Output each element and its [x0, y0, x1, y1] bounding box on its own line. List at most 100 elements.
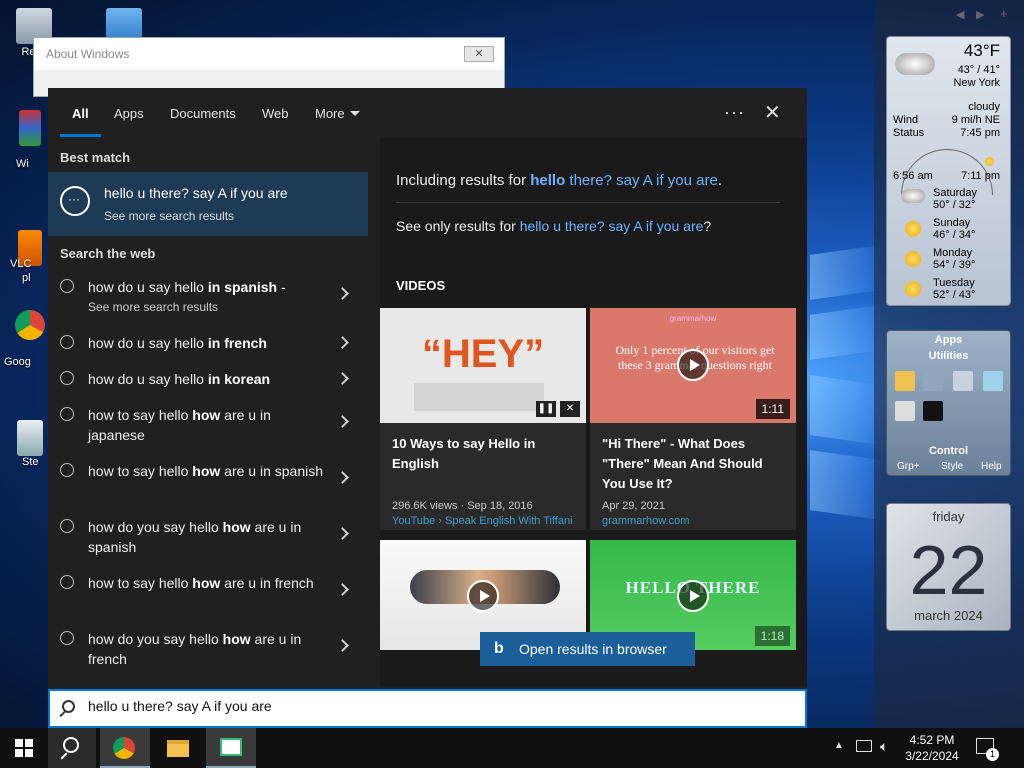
- chat-bubble-icon: [60, 186, 90, 216]
- web-suggestion[interactable]: how do you say hello how are u in spanis…: [48, 517, 368, 561]
- apps-link-style[interactable]: Style: [941, 461, 963, 472]
- tab-apps[interactable]: Apps: [114, 106, 144, 121]
- forecast-temps: 52° / 43°: [933, 289, 976, 301]
- search-input[interactable]: [88, 698, 688, 714]
- chevron-right-icon[interactable]: [336, 527, 349, 540]
- weather-gadget[interactable]: 43°F 43° / 41° New York cloudy Wind 9 mi…: [886, 36, 1011, 306]
- tab-all[interactable]: All: [72, 106, 89, 121]
- tab-more[interactable]: More: [315, 106, 360, 121]
- search-taskbar-button[interactable]: [48, 728, 96, 768]
- video-title: "Hi There" - What Does "There" Mean And …: [602, 436, 763, 491]
- open-in-browser-button[interactable]: b Open results in browser: [480, 632, 695, 666]
- apps-gadget-title: Apps: [934, 334, 963, 346]
- web-suggestion[interactable]: how to say hello how are u in spanish: [48, 461, 368, 505]
- chevron-right-icon[interactable]: [336, 287, 349, 300]
- clock-date: 3/22/2024: [905, 749, 959, 763]
- sidebar-prev-icon[interactable]: ◀: [956, 8, 964, 21]
- taskbar-about-window[interactable]: [206, 728, 256, 768]
- bing-icon: b: [494, 640, 504, 657]
- taskbar-file-explorer[interactable]: [154, 728, 202, 768]
- thumbnail-caption-block: [414, 383, 544, 411]
- web-suggestion[interactable]: how do u say hello in korean: [48, 369, 368, 393]
- suggestion-text: how to say hello how are u in french: [88, 575, 314, 591]
- search-web-icon: [60, 519, 74, 533]
- start-button[interactable]: [0, 728, 48, 768]
- about-window-title: About Windows: [34, 38, 504, 70]
- search-box[interactable]: [48, 689, 807, 728]
- thumbnail-text: “HEY”: [421, 332, 545, 376]
- play-icon[interactable]: [467, 580, 499, 612]
- more-options-icon[interactable]: ···: [724, 102, 745, 123]
- divider: [396, 202, 780, 203]
- best-match-item[interactable]: hello u there? say A if you are See more…: [48, 172, 368, 236]
- web-suggestion[interactable]: how to say hello how are u in japanese: [48, 405, 368, 449]
- notification-count-badge: 1: [986, 748, 999, 761]
- chevron-right-icon[interactable]: [336, 415, 349, 428]
- search-web-icon: [60, 335, 74, 349]
- device-icon[interactable]: [953, 371, 973, 391]
- search-web-icon: [60, 575, 74, 589]
- chevron-right-icon[interactable]: [336, 583, 349, 596]
- apps-link-help[interactable]: Help: [981, 461, 1002, 472]
- about-close-button[interactable]: ✕: [464, 46, 494, 62]
- chevron-down-icon: [349, 111, 360, 116]
- chevron-right-icon[interactable]: [336, 372, 349, 385]
- video-source[interactable]: grammarhow.com: [602, 515, 689, 527]
- chevron-right-icon[interactable]: [336, 639, 349, 652]
- preview-pane: Including results for hello there? say A…: [380, 138, 807, 686]
- web-suggestion[interactable]: how do you say hello how are u in french: [48, 629, 368, 673]
- play-icon[interactable]: [677, 580, 709, 612]
- best-match-subtitle: See more search results: [104, 209, 235, 223]
- search-nav: All Apps Documents Web More ··· ✕: [48, 88, 807, 138]
- chevron-right-icon[interactable]: [336, 336, 349, 349]
- terminal-icon[interactable]: [923, 401, 943, 421]
- only-results-link[interactable]: hello u there? say A if you are: [520, 218, 704, 234]
- chevron-right-icon[interactable]: [336, 471, 349, 484]
- videos-heading: VIDEOS: [396, 278, 446, 293]
- pause-icon[interactable]: ❚❚: [536, 401, 556, 417]
- windows-logo-icon: [15, 739, 23, 747]
- web-suggestion[interactable]: how do u say hello in spanish - See more …: [48, 277, 368, 321]
- apps-link-grp[interactable]: Grp+: [897, 461, 920, 472]
- wallpaper-pane: [810, 375, 880, 445]
- sidebar-next-icon[interactable]: ▶: [976, 8, 984, 21]
- play-icon[interactable]: [677, 349, 709, 381]
- forecast-temps: 46° / 34°: [933, 229, 976, 241]
- suggestion-text: how do you say hello how are u in french: [88, 631, 302, 667]
- including-link[interactable]: there? say A if you are: [565, 172, 717, 189]
- video-card[interactable]: “HEY” ❚❚ ✕ 10 Ways to say Hello in Engli…: [380, 308, 586, 530]
- tab-web[interactable]: Web: [262, 106, 289, 121]
- folder-icon[interactable]: [895, 371, 915, 391]
- add-gadget-icon[interactable]: +: [1000, 6, 1008, 21]
- sunrise-time: 6:56 am: [893, 170, 933, 182]
- web-suggestion[interactable]: how do u say hello in french: [48, 333, 368, 357]
- volume-muted-icon[interactable]: 🔈︎: [880, 738, 888, 755]
- video-card[interactable]: grammarhow Only 1 percent of our visitor…: [590, 308, 796, 530]
- show-hidden-icons-icon[interactable]: ▲: [834, 740, 844, 751]
- suggestion-text: how do you say hello how are u in spanis…: [88, 519, 302, 555]
- close-search-button[interactable]: ✕: [764, 100, 781, 125]
- calendar-date: 22: [909, 531, 988, 609]
- cloud-icon: [895, 53, 935, 75]
- apps-gadget: Apps Utilities Control Grp+ Style Help: [886, 330, 1011, 476]
- video-source[interactable]: YouTube › Speak English With Tiffani: [392, 515, 573, 527]
- calculator-icon[interactable]: [895, 401, 915, 421]
- network-icon[interactable]: [856, 740, 872, 752]
- taskbar-chrome[interactable]: [100, 728, 150, 768]
- forecast-day: Tuesday: [933, 277, 975, 289]
- web-suggestion[interactable]: how to say hello how are u in french: [48, 573, 368, 617]
- mute-icon[interactable]: ✕: [560, 401, 580, 417]
- only-results-text: See only results for hello u there? say …: [396, 218, 712, 234]
- suggestion-text: how do u say hello in korean: [88, 371, 271, 387]
- weather-city: New York: [953, 77, 1000, 89]
- calendar-gadget[interactable]: friday 22 march 2024: [886, 503, 1011, 631]
- tab-documents[interactable]: Documents: [170, 106, 236, 121]
- drives-icon[interactable]: [923, 371, 943, 391]
- best-match-heading: Best match: [60, 150, 131, 165]
- including-link-bold[interactable]: hello: [530, 172, 565, 189]
- eraser-icon[interactable]: [983, 371, 1003, 391]
- weather-range: 43° / 41°: [957, 64, 1000, 76]
- taskbar-clock[interactable]: 4:52 PM 3/22/2024: [903, 732, 961, 764]
- wallpaper-pane: [810, 245, 880, 300]
- desktop-icon-label: VLC: [10, 258, 32, 270]
